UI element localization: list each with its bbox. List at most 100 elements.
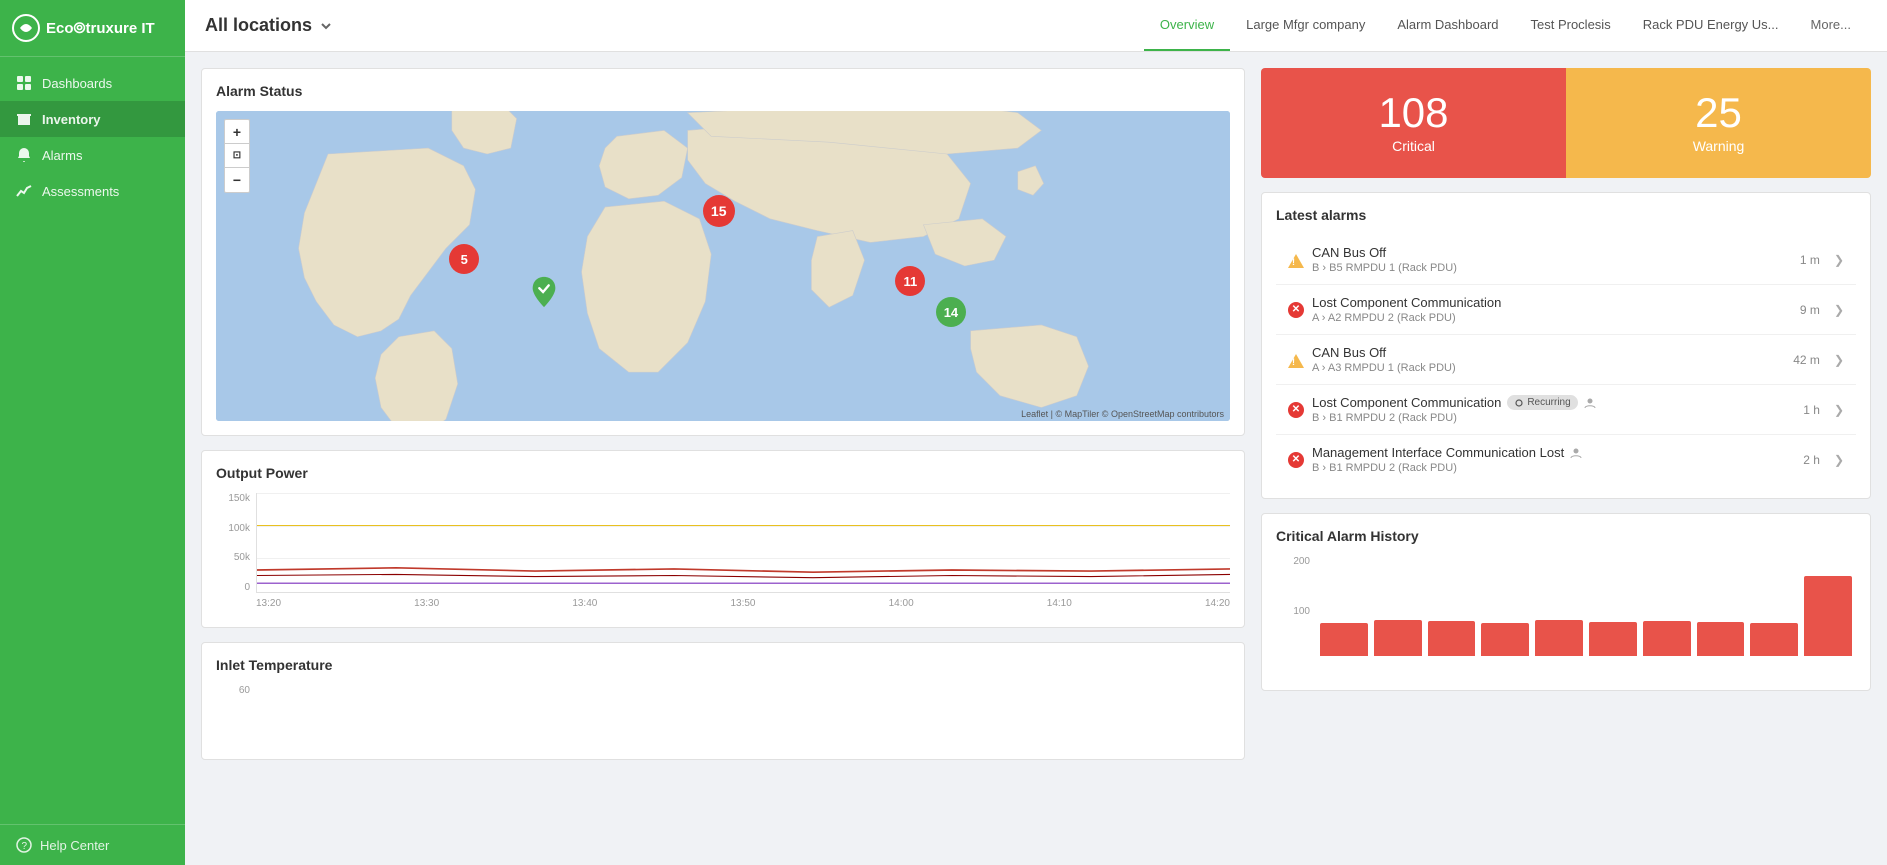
tab-more[interactable]: More... [1795,0,1867,51]
alarm-time-3: 42 m [1793,353,1820,367]
recurring-badge-4: Recurring [1507,395,1577,410]
latest-alarms-title: Latest alarms [1276,207,1856,223]
alarm-time-2: 9 m [1800,303,1820,317]
sidebar-item-inventory[interactable]: Inventory [0,101,185,137]
person-icon-5 [1570,447,1582,459]
alarm-status-title: Alarm Status [216,83,1230,99]
tab-overview[interactable]: Overview [1144,0,1230,51]
location-title[interactable]: All locations [205,15,334,36]
critical-label: Critical [1392,138,1435,154]
alarm-name-4: Lost Component Communication Recurring [1312,395,1795,410]
tab-test-proclesis[interactable]: Test Proclesis [1515,0,1627,51]
history-bars [1316,556,1856,656]
chart-icon [16,183,32,199]
alarm-details-2: Lost Component Communication A › A2 RMPD… [1312,295,1792,324]
alarm-path-3: A › A3 RMPDU 1 (Rack PDU) [1312,362,1785,374]
history-bar-6 [1643,621,1691,656]
warning-alarm-card: 25 Warning [1566,68,1871,178]
alarm-expand-1[interactable]: ❯ [1834,253,1844,267]
tab-alarm-dashboard[interactable]: Alarm Dashboard [1381,0,1514,51]
help-center-label: Help Center [40,838,109,853]
history-bar-5 [1589,622,1637,656]
recurring-icon [1514,398,1524,408]
logo-icon [12,14,40,42]
svg-text:?: ? [22,841,28,852]
inlet-temperature-card: Inlet Temperature 60 [201,642,1245,760]
alarm-row-3[interactable]: CAN Bus Off A › A3 RMPDU 1 (Rack PDU) 42… [1276,335,1856,385]
alarm-details-5: Management Interface Communication Lost … [1312,445,1795,474]
history-bar-8 [1750,623,1798,656]
alarm-row-1[interactable]: CAN Bus Off B › B5 RMPDU 1 (Rack PDU) 1 … [1276,235,1856,285]
alarm-row-2[interactable]: ✕ Lost Component Communication A › A2 RM… [1276,285,1856,335]
warning-count: 25 [1695,92,1742,134]
alarm-path-1: B › B5 RMPDU 1 (Rack PDU) [1312,262,1792,274]
alarm-details-3: CAN Bus Off A › A3 RMPDU 1 (Rack PDU) [1312,345,1785,374]
map-pin-check[interactable] [530,275,558,309]
history-bar-7 [1697,622,1745,656]
map-pin-14[interactable]: 14 [936,297,966,327]
sidebar-item-assessments-label: Assessments [42,184,119,199]
topbar: All locations Overview Large Mfgr compan… [185,0,1887,52]
alarm-status-card: Alarm Status [201,68,1245,436]
output-power-card: Output Power 150k 100k 50k 0 [201,450,1245,628]
sidebar-item-alarms[interactable]: Alarms [0,137,185,173]
alarm-expand-5[interactable]: ❯ [1834,453,1844,467]
output-power-chart: 150k 100k 50k 0 [216,493,1230,613]
alarm-time-5: 2 h [1803,453,1820,467]
logo-text: Eco⦾truxure IT [46,20,155,37]
alarm-row-5[interactable]: ✕ Management Interface Communication Los… [1276,435,1856,484]
app-logo: Eco⦾truxure IT [0,0,185,57]
map-controls: + ⊡ − [224,119,250,193]
warning-label: Warning [1693,138,1745,154]
history-bar-1 [1374,620,1422,656]
zoom-extent-button[interactable]: ⊡ [225,144,249,168]
history-bar-2 [1428,621,1476,656]
history-bar-9 [1804,576,1852,656]
help-center-button[interactable]: ? Help Center [0,824,185,865]
alarm-time-1: 1 m [1800,253,1820,267]
history-bar-3 [1481,623,1529,656]
alarm-time-4: 1 h [1803,403,1820,417]
history-yaxis: 200 100 [1276,556,1314,656]
critical-count: 108 [1378,92,1448,134]
tab-rack-pdu[interactable]: Rack PDU Energy Us... [1627,0,1795,51]
output-power-title: Output Power [216,465,1230,481]
alarm-path-5: B › B1 RMPDU 2 (Rack PDU) [1312,462,1795,474]
person-icon-4 [1584,397,1596,409]
left-panel: Alarm Status [201,68,1245,849]
chevron-down-icon [318,18,334,34]
world-map-svg [216,111,1230,421]
inlet-temp-chart-area: 60 [216,685,1230,745]
latest-alarms-card: Latest alarms CAN Bus Off B › B5 RMPDU 1… [1261,192,1871,499]
alarm-name-3: CAN Bus Off [1312,345,1785,360]
alarm-name-5: Management Interface Communication Lost [1312,445,1795,460]
zoom-out-button[interactable]: − [225,168,249,192]
history-chart: 200 100 [1276,556,1856,676]
alarm-path-2: A › A2 RMPDU 2 (Rack PDU) [1312,312,1792,324]
output-power-yaxis: 150k 100k 50k 0 [216,493,254,593]
error-icon-4: ✕ [1288,402,1304,418]
tab-large-mfgr[interactable]: Large Mfgr company [1230,0,1381,51]
critical-alarm-history-title: Critical Alarm History [1276,528,1856,544]
sidebar-item-dashboards[interactable]: Dashboards [0,65,185,101]
alarm-name-2: Lost Component Communication [1312,295,1792,310]
alarm-expand-4[interactable]: ❯ [1834,403,1844,417]
sidebar-item-assessments[interactable]: Assessments [0,173,185,209]
zoom-in-button[interactable]: + [225,120,249,144]
map-pin-15[interactable]: 15 [703,195,735,227]
sidebar-item-inventory-label: Inventory [42,112,101,127]
warning-icon-3 [1288,354,1304,368]
map-container[interactable]: + ⊡ − 5 15 11 14 [216,111,1230,421]
error-icon-5: ✕ [1288,452,1304,468]
output-power-lines [257,493,1230,592]
alarm-expand-3[interactable]: ❯ [1834,353,1844,367]
sidebar-item-dashboards-label: Dashboards [42,76,112,91]
help-icon: ? [16,837,32,853]
right-panel: 108 Critical 25 Warning Latest alarms CA… [1261,68,1871,849]
alarm-path-4: B › B1 RMPDU 2 (Rack PDU) [1312,412,1795,424]
alarm-summary: 108 Critical 25 Warning [1261,68,1871,178]
alarm-expand-2[interactable]: ❯ [1834,303,1844,317]
sidebar-item-alarms-label: Alarms [42,148,82,163]
alarm-row-4[interactable]: ✕ Lost Component Communication Recurring [1276,385,1856,435]
history-bar-0 [1320,623,1368,656]
